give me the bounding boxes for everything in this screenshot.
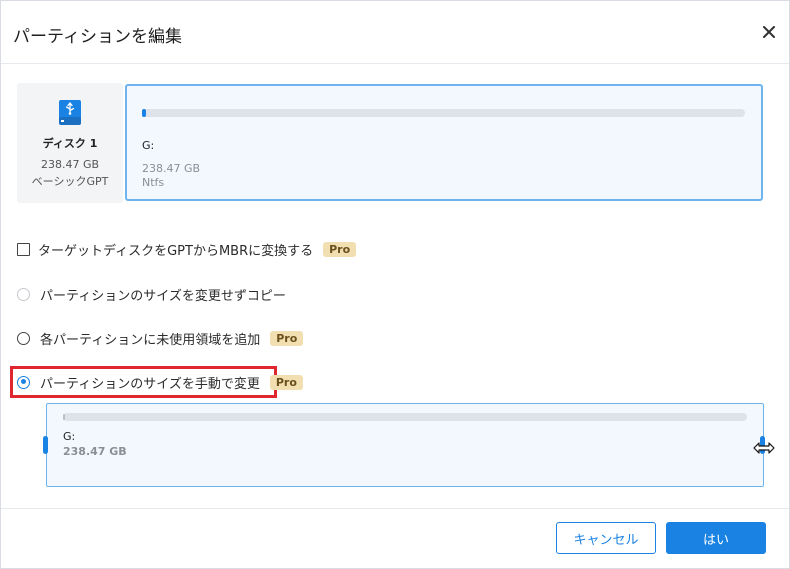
- resize-cursor-icon: [753, 442, 775, 454]
- partition-usage-fill: [142, 109, 146, 117]
- add-unused-space-option[interactable]: 各パーティションに未使用領域を追加 Pro: [17, 328, 304, 348]
- pro-badge: Pro: [269, 374, 303, 390]
- disk-card: ディスク 1 238.47 GB ベーシックGPT: [17, 83, 123, 203]
- partition-card[interactable]: G: 238.47 GB Ntfs: [125, 84, 763, 201]
- partition-size: 238.47 GB: [142, 162, 201, 175]
- resize-partition-size: 238.47 GB: [63, 445, 127, 458]
- dialog-footer: キャンセル はい: [1, 508, 789, 568]
- copy-no-resize-radio[interactable]: [17, 287, 30, 301]
- partition-resize-area[interactable]: G: 238.47 GB: [46, 403, 764, 487]
- disk-name: ディスク 1: [42, 137, 98, 150]
- cancel-button[interactable]: キャンセル: [556, 522, 656, 554]
- close-icon: [763, 26, 775, 38]
- partition-filesystem: Ntfs: [142, 176, 165, 189]
- add-unused-space-label: 各パーティションに未使用領域を追加: [40, 332, 261, 348]
- convert-gpt-mbr-option[interactable]: ターゲットディスクをGPTからMBRに変換する Pro: [17, 239, 357, 259]
- ok-button[interactable]: はい: [666, 522, 766, 554]
- resize-usage-fill: [63, 414, 65, 420]
- pro-badge: Pro: [270, 330, 304, 346]
- resize-usage-bar: [63, 413, 747, 421]
- manual-resize-radio[interactable]: [17, 375, 30, 389]
- copy-no-resize-label: パーティションのサイズを変更せずコピー: [40, 288, 286, 304]
- copy-no-resize-option[interactable]: パーティションのサイズを変更せずコピー: [17, 284, 286, 304]
- dialog-header: パーティションを編集: [1, 1, 789, 64]
- manual-resize-option[interactable]: パーティションのサイズを手動で変更 Pro: [17, 372, 303, 392]
- pro-badge: Pro: [323, 241, 357, 257]
- close-button[interactable]: [757, 20, 781, 44]
- convert-gpt-mbr-label: ターゲットディスクをGPTからMBRに変換する: [38, 243, 314, 259]
- resize-partition-letter: G:: [63, 430, 76, 443]
- disk-type: ベーシックGPT: [31, 175, 109, 188]
- add-unused-space-radio[interactable]: [17, 331, 30, 345]
- partition-usage-bar: [142, 109, 745, 117]
- resize-handle-left[interactable]: [43, 436, 48, 454]
- convert-gpt-mbr-checkbox[interactable]: [17, 242, 30, 256]
- edit-partition-dialog: パーティションを編集 ディスク 1 238.47 GB ベーシックGPT G: …: [0, 0, 790, 569]
- dialog-title: パーティションを編集: [13, 27, 182, 47]
- manual-resize-label: パーティションのサイズを手動で変更: [40, 376, 260, 392]
- partition-letter: G:: [142, 139, 155, 152]
- disk-size: 238.47 GB: [40, 158, 100, 171]
- usb-drive-icon: [59, 100, 81, 125]
